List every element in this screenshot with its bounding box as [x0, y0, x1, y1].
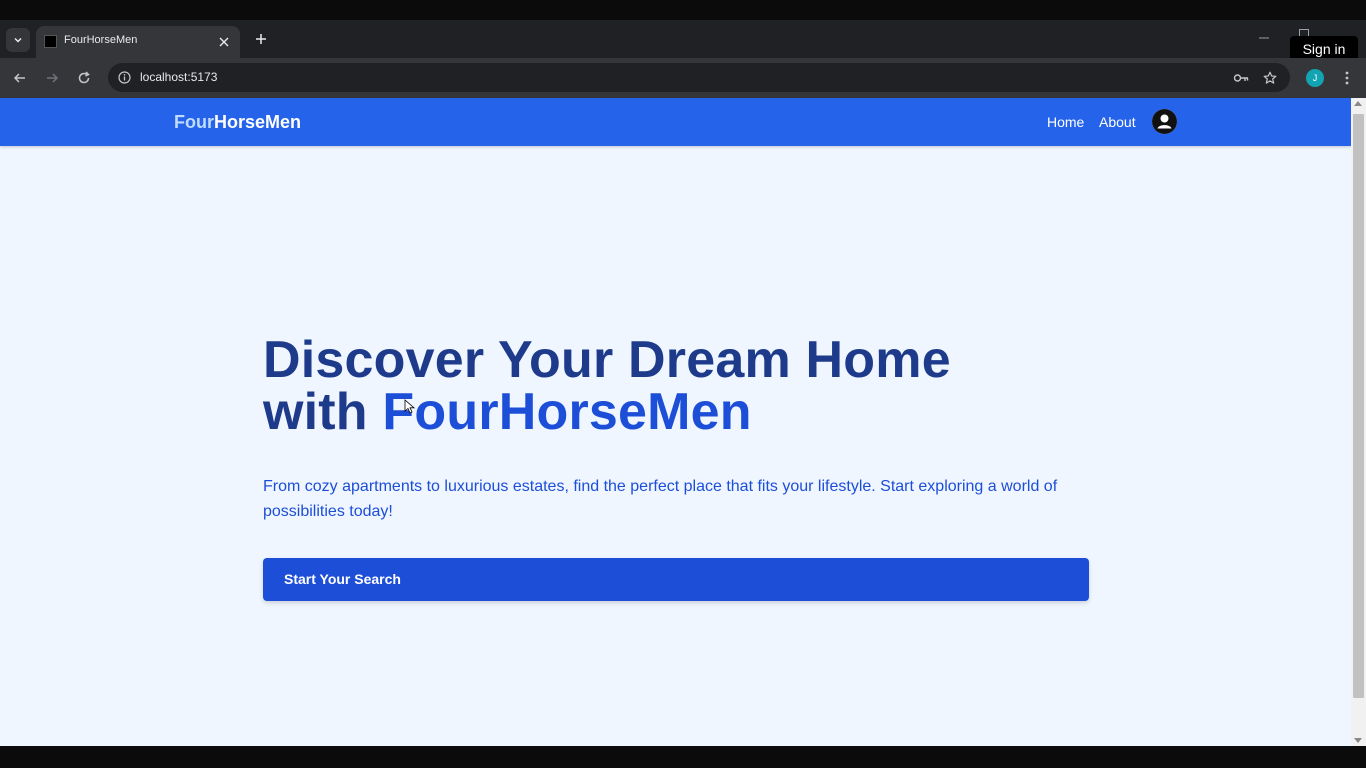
page-viewport: FourHorseMen Home About Discover Your Dr…: [0, 98, 1351, 746]
brand-bold-text: HorseMen: [214, 112, 302, 132]
hero-title-line1: Discover Your Dream Home: [263, 331, 951, 389]
browser-tab[interactable]: FourHorseMen: [36, 26, 240, 58]
reload-icon: [78, 71, 90, 84]
back-icon: [13, 73, 25, 83]
brand-light-text: Four: [174, 112, 214, 132]
tab-list-icon: [14, 37, 22, 43]
nav-link-home[interactable]: Home: [1047, 114, 1084, 130]
bookmark-button[interactable]: [1261, 69, 1279, 87]
plus-icon: [256, 34, 266, 44]
browser-menu-button[interactable]: [1338, 68, 1356, 88]
page-scrollbar[interactable]: [1351, 98, 1366, 746]
minimize-icon: [1259, 37, 1269, 39]
window-top-strip: [0, 0, 1366, 20]
url-text: localhost:5173: [140, 70, 218, 84]
mouse-cursor-icon: [404, 399, 416, 414]
info-icon: [117, 70, 131, 84]
address-bar[interactable]: localhost:5173: [108, 63, 1290, 92]
nav-link-about[interactable]: About: [1099, 114, 1136, 130]
scroll-thumb[interactable]: [1353, 114, 1364, 698]
tab-close-button[interactable]: [214, 32, 234, 52]
forward-button[interactable]: [40, 66, 64, 90]
tab-favicon: [44, 35, 57, 48]
scroll-up-arrow[interactable]: [1354, 101, 1362, 106]
minimize-button[interactable]: [1258, 28, 1270, 43]
hero-subtitle: From cozy apartments to luxurious estate…: [263, 478, 1058, 520]
star-icon: [1263, 71, 1277, 84]
taskbar-strip: [0, 746, 1366, 768]
brand-logo[interactable]: FourHorseMen: [174, 112, 301, 133]
back-button[interactable]: [8, 66, 32, 90]
hero-title-prefix: with: [263, 383, 383, 441]
scroll-down-arrow[interactable]: [1354, 738, 1362, 743]
browser-toolbar: localhost:5173 J: [0, 58, 1366, 98]
hero-title-accent: FourHorseMen: [382, 383, 752, 441]
user-menu-button[interactable]: [1152, 109, 1177, 134]
reload-button[interactable]: [72, 66, 96, 90]
hero-title: Discover Your Dream Home with FourHorseM…: [263, 334, 1089, 438]
password-key-button[interactable]: [1232, 69, 1250, 87]
profile-avatar[interactable]: J: [1306, 69, 1324, 87]
site-navbar: FourHorseMen Home About: [0, 98, 1351, 146]
forward-icon: [47, 73, 59, 83]
close-icon: [219, 37, 229, 47]
user-icon: [1152, 109, 1177, 134]
browser-tab-bar: FourHorseMen Sign in: [0, 20, 1366, 62]
kebab-menu-icon: [1345, 71, 1349, 85]
hero-section: Discover Your Dream Home with FourHorseM…: [263, 334, 1089, 524]
tab-list-button[interactable]: [6, 28, 30, 52]
tab-title: FourHorseMen: [64, 34, 138, 46]
site-info-button[interactable]: [116, 69, 132, 85]
start-search-label: Start Your Search: [284, 571, 401, 587]
key-icon: [1233, 74, 1249, 82]
new-tab-button[interactable]: [250, 28, 272, 50]
start-search-button[interactable]: Start Your Search: [263, 558, 1089, 601]
